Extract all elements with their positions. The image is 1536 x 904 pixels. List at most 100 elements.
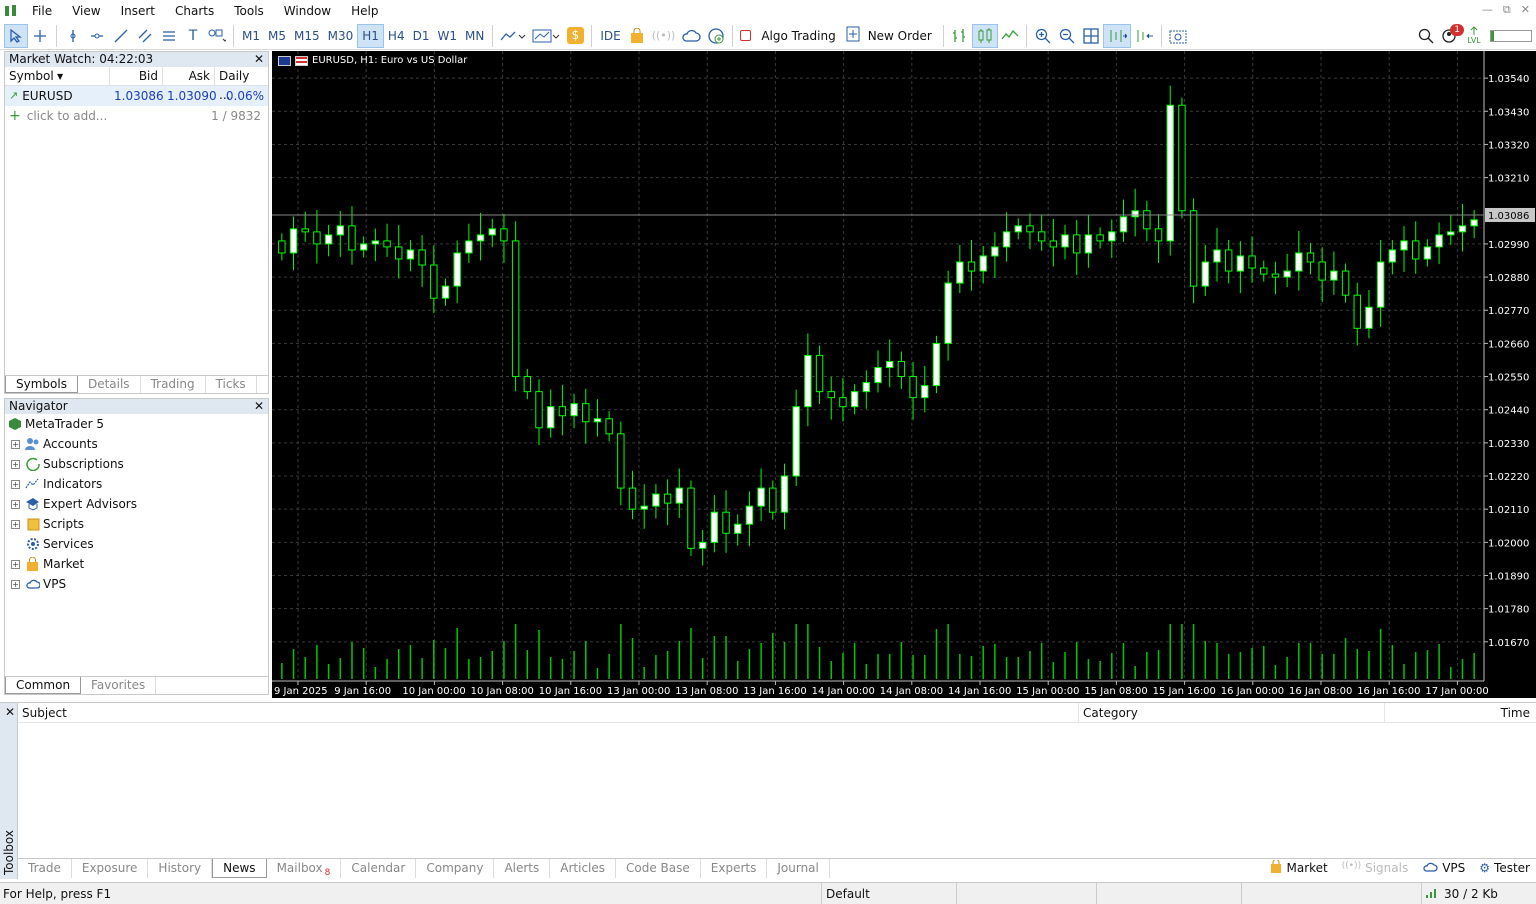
vertical-line-icon[interactable] — [61, 24, 85, 48]
tab-details[interactable]: Details — [78, 376, 141, 393]
shapes-icon[interactable] — [205, 24, 229, 48]
signal-level-icon[interactable]: LVL — [1462, 24, 1486, 48]
vps-link[interactable]: VPS — [1422, 861, 1465, 876]
crosshair-icon[interactable] — [28, 24, 52, 48]
expand-icon[interactable]: + — [11, 519, 20, 529]
algo-trading-button[interactable]: Algo Trading — [737, 24, 842, 48]
menu-help[interactable]: Help — [341, 0, 388, 22]
tab-code-base[interactable]: Code Base — [616, 859, 701, 878]
trading-signals-icon[interactable] — [704, 24, 728, 48]
account-alerts-icon[interactable]: 1 — [1438, 23, 1464, 48]
indicators-menu-icon[interactable] — [529, 24, 563, 48]
menu-file[interactable]: File — [22, 0, 62, 22]
menu-charts[interactable]: Charts — [165, 0, 224, 22]
tab-exposure[interactable]: Exposure — [72, 859, 149, 878]
tab-journal[interactable]: Journal — [767, 859, 830, 878]
timeframe-m1[interactable]: M1 — [238, 24, 264, 48]
column-subject[interactable]: Subject — [18, 703, 1078, 722]
price-chart[interactable]: EURUSD, H1: Euro vs US Dollar 1.03540 1.0… — [272, 51, 1536, 698]
add-symbol-row[interactable]: + click to add... 1 / 9832 — [5, 106, 268, 126]
column-ask[interactable]: Ask — [163, 67, 215, 85]
chart-shift-icon[interactable] — [1131, 24, 1157, 48]
table-row[interactable]: ↗ EURUSD 1.03086 1.03090 0.06% — [5, 86, 268, 106]
chart-type-icon[interactable] — [497, 24, 529, 48]
line-chart-icon[interactable] — [998, 24, 1022, 48]
navigator-item-subscriptions[interactable]: + Subscriptions — [5, 454, 268, 474]
close-icon[interactable]: ✕ — [5, 705, 15, 719]
tab-experts[interactable]: Experts — [701, 859, 768, 878]
text-tool-icon[interactable]: T — [181, 24, 205, 48]
menu-tools[interactable]: Tools — [224, 0, 274, 22]
timeframe-m15[interactable]: M15 — [290, 24, 324, 48]
close-icon[interactable]: ✕ — [1521, 3, 1530, 17]
market-dollar-icon[interactable]: $ — [563, 24, 587, 48]
expand-icon[interactable]: + — [11, 499, 20, 509]
tab-alerts[interactable]: Alerts — [494, 859, 551, 878]
chart-canvas[interactable]: 1.03540 1.03430 1.03320 1.03210 1.02990 1.028… — [272, 51, 1536, 698]
cursor-icon[interactable] — [4, 23, 28, 48]
column-category[interactable]: Category — [1078, 703, 1384, 722]
fibonacci-icon[interactable] — [157, 24, 181, 48]
navigator-item-scripts[interactable]: + Scripts — [5, 514, 268, 534]
timeframe-h1[interactable]: H1 — [357, 23, 384, 48]
navigator-root[interactable]: MetaTrader 5 — [5, 414, 268, 434]
timeframe-w1[interactable]: W1 — [433, 24, 461, 48]
tab-ticks[interactable]: Ticks — [206, 376, 257, 393]
vps-cloud-icon[interactable] — [678, 24, 704, 48]
close-icon[interactable]: ✕ — [254, 52, 264, 67]
new-order-button[interactable]: New Order — [843, 24, 939, 48]
market-bag-icon[interactable] — [625, 24, 649, 48]
timeframe-m30[interactable]: M30 — [324, 24, 358, 48]
tab-trade[interactable]: Trade — [18, 859, 72, 878]
menu-window[interactable]: Window — [274, 0, 341, 22]
column-daily[interactable]: Daily ... — [215, 67, 268, 102]
navigator-item-expert-advisors[interactable]: + Expert Advisors — [5, 494, 268, 514]
ide-button[interactable]: IDE — [596, 24, 624, 48]
connection-status[interactable]: 30 / 2 Kb — [1421, 883, 1536, 904]
signals-icon[interactable]: ((•)) — [649, 24, 679, 48]
expand-icon[interactable]: + — [11, 459, 20, 469]
navigator-item-vps[interactable]: + VPS — [5, 574, 268, 594]
expand-icon[interactable]: + — [11, 559, 20, 569]
column-time[interactable]: Time — [1384, 703, 1536, 722]
expand-icon[interactable]: + — [11, 439, 20, 449]
timeframe-m5[interactable]: M5 — [264, 24, 290, 48]
tab-common[interactable]: Common — [5, 677, 82, 694]
expand-icon[interactable]: + — [11, 479, 20, 489]
timeframe-mn[interactable]: MN — [461, 24, 488, 48]
navigator-item-indicators[interactable]: + Indicators — [5, 474, 268, 494]
trendline-icon[interactable] — [109, 24, 133, 48]
screenshot-icon[interactable] — [1166, 24, 1190, 48]
candlestick-icon[interactable] — [971, 23, 998, 48]
tab-favorites[interactable]: Favorites — [81, 677, 157, 694]
signals-link[interactable]: ((•)) Signals — [1342, 861, 1408, 875]
expand-icon[interactable]: + — [11, 579, 20, 589]
search-icon[interactable] — [1414, 24, 1438, 48]
menu-insert[interactable]: Insert — [111, 0, 165, 22]
tab-mailbox[interactable]: Mailbox 8 — [267, 859, 342, 878]
bar-chart-icon[interactable] — [948, 24, 972, 48]
menu-view[interactable]: View — [62, 0, 110, 22]
navigator-item-services[interactable]: Services — [5, 534, 268, 554]
channel-icon[interactable] — [133, 24, 157, 48]
tab-articles[interactable]: Articles — [550, 859, 617, 878]
profile-name[interactable]: Default — [821, 883, 956, 904]
timeframe-h4[interactable]: H4 — [384, 24, 409, 48]
tab-news[interactable]: News — [212, 859, 267, 878]
navigator-item-market[interactable]: + Market — [5, 554, 268, 574]
tester-link[interactable]: ⚙ Tester — [1479, 861, 1530, 875]
column-bid[interactable]: Bid — [110, 67, 163, 85]
tab-history[interactable]: History — [148, 859, 213, 878]
auto-scroll-icon[interactable] — [1102, 23, 1131, 48]
tab-company[interactable]: Company — [416, 859, 495, 878]
navigator-item-accounts[interactable]: + Accounts — [5, 434, 268, 454]
tab-calendar[interactable]: Calendar — [341, 859, 417, 878]
minimize-icon[interactable]: — — [1482, 3, 1493, 17]
zoom-out-icon[interactable] — [1055, 24, 1079, 48]
tab-trading[interactable]: Trading — [141, 376, 206, 393]
tab-symbols[interactable]: Symbols — [5, 376, 78, 393]
close-icon[interactable]: ✕ — [254, 399, 264, 414]
market-link[interactable]: Market — [1270, 859, 1328, 876]
timeframe-d1[interactable]: D1 — [409, 24, 434, 48]
column-symbol[interactable]: Symbol ▼ — [5, 67, 110, 85]
